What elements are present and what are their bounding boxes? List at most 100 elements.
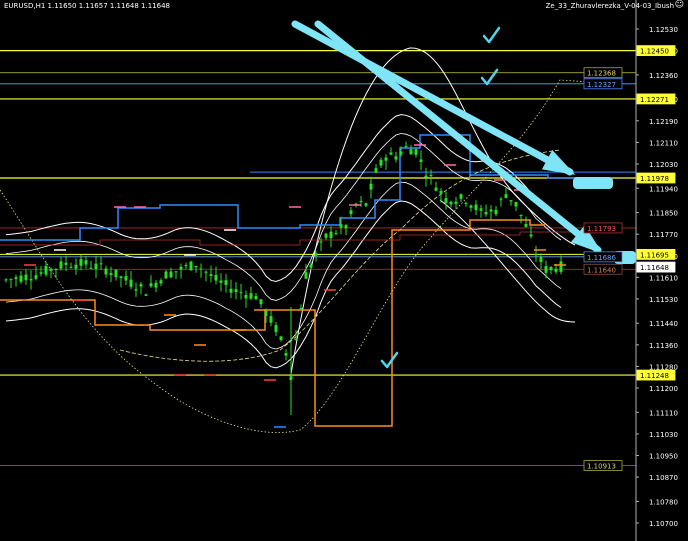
candle-body [119, 276, 123, 278]
candle-body [214, 275, 218, 281]
candle-body [319, 241, 323, 243]
candle-body [524, 223, 528, 227]
indicator-name: Ze_33_Zhuravlerezka_V-04-03_Ibush [545, 2, 674, 10]
red-line [0, 231, 580, 246]
price-label-text: 1.11248 [640, 372, 669, 380]
candle-body [234, 289, 238, 293]
candle-body [439, 190, 443, 194]
candle-body [339, 224, 343, 228]
candle-body [299, 308, 303, 311]
lower-band [5, 200, 562, 369]
inner-lower-band [5, 181, 562, 350]
candle-body [454, 201, 458, 204]
candle-body [99, 263, 103, 265]
candle-body [429, 175, 433, 177]
candle-body [349, 210, 353, 215]
price-label-text: 1.12368 [587, 70, 616, 78]
candle-body [14, 277, 18, 280]
smiley-icon[interactable]: ☺ [675, 1, 684, 10]
candle-body [254, 295, 258, 300]
price-label-text: 1.11978 [640, 175, 669, 183]
symbol-info: EURUSD,H1 1.11650 1.11657 1.11648 1.1164… [4, 2, 170, 10]
candle-body [389, 152, 393, 155]
candle-body [219, 280, 223, 283]
candle-body [194, 265, 198, 268]
candle-body [399, 151, 403, 155]
candle-body [544, 266, 548, 273]
candle-body [89, 267, 93, 269]
price-tick-label: 1.10950 [649, 453, 678, 461]
candle-body [269, 316, 273, 323]
candle-body [494, 209, 498, 215]
candle-body [109, 273, 113, 276]
candle-body [19, 275, 23, 282]
candle-body [264, 310, 268, 316]
inner-upper-band [5, 133, 562, 301]
candle-body [529, 234, 533, 237]
price-label-text: 1.11648 [640, 264, 669, 272]
chart-window[interactable]: { "window": { "symbol_info": "EURUSD,H1 … [0, 0, 688, 541]
candle-body [34, 275, 38, 279]
price-label-text: 1.11695 [640, 251, 669, 259]
highlight-box [573, 177, 613, 189]
candle-body [169, 271, 173, 278]
candle-body [474, 204, 478, 211]
candle-body [449, 201, 453, 205]
price-label-text: 1.11640 [587, 266, 616, 274]
price-tick-label: 1.10700 [649, 520, 678, 528]
price-tick-label: 1.11610 [649, 274, 678, 282]
price-tick-label: 1.11770 [649, 231, 678, 239]
price-tick-label: 1.10780 [649, 498, 678, 506]
price-tick-label: 1.12190 [649, 118, 678, 126]
candle-body [364, 203, 368, 206]
checkmark-icon [482, 26, 501, 44]
candle-body [459, 194, 463, 199]
candle-body [334, 233, 338, 235]
candle-body [479, 208, 483, 211]
candle-body [64, 262, 68, 265]
candle-body [124, 276, 128, 281]
price-tick-label: 1.11030 [649, 431, 678, 439]
candle-body [9, 279, 13, 281]
candle-body [424, 175, 428, 178]
price-tick-label: 1.11850 [649, 210, 678, 218]
price-chart[interactable]: 1.125301.124501.123601.122701.121901.121… [0, 0, 688, 541]
candle-body [284, 353, 288, 356]
price-axis: 1.125301.124501.123601.122701.121901.121… [583, 0, 678, 541]
candle-body [4, 279, 8, 281]
price-label: 1.11978 [636, 172, 676, 184]
candle-body [54, 269, 58, 271]
candle-body [69, 266, 73, 268]
candle-body [539, 257, 543, 263]
price-tick-label: 1.11200 [649, 385, 678, 393]
price-label: 1.11686 [583, 251, 623, 263]
candle-body [179, 266, 183, 270]
step-lines [0, 134, 580, 427]
candle-body [414, 149, 418, 155]
candle-body [314, 253, 318, 256]
candle-body [249, 293, 253, 299]
candle-body [184, 265, 188, 267]
candle-body [499, 198, 503, 200]
candle-body [329, 231, 333, 239]
price-tick-label: 1.10870 [649, 474, 678, 482]
candle-body [509, 200, 513, 202]
candle-body [104, 268, 108, 275]
price-label: 1.11640 [583, 263, 623, 275]
candle-body [59, 261, 63, 269]
candle-body [359, 200, 363, 202]
candle-body [29, 279, 33, 281]
candle-body [94, 263, 98, 270]
candle-body [484, 212, 488, 215]
candle-body [159, 280, 163, 284]
arrow-head-icon [541, 149, 576, 175]
price-label: 1.11648 [636, 261, 676, 273]
candle-body [444, 198, 448, 203]
candle-body [489, 209, 493, 212]
candle-body [324, 233, 328, 238]
candle-body [139, 284, 143, 287]
candle-body [554, 268, 558, 272]
price-tick-label: 1.11530 [649, 296, 678, 304]
candle-body [374, 168, 378, 173]
price-tick-label: 1.12530 [649, 26, 678, 34]
